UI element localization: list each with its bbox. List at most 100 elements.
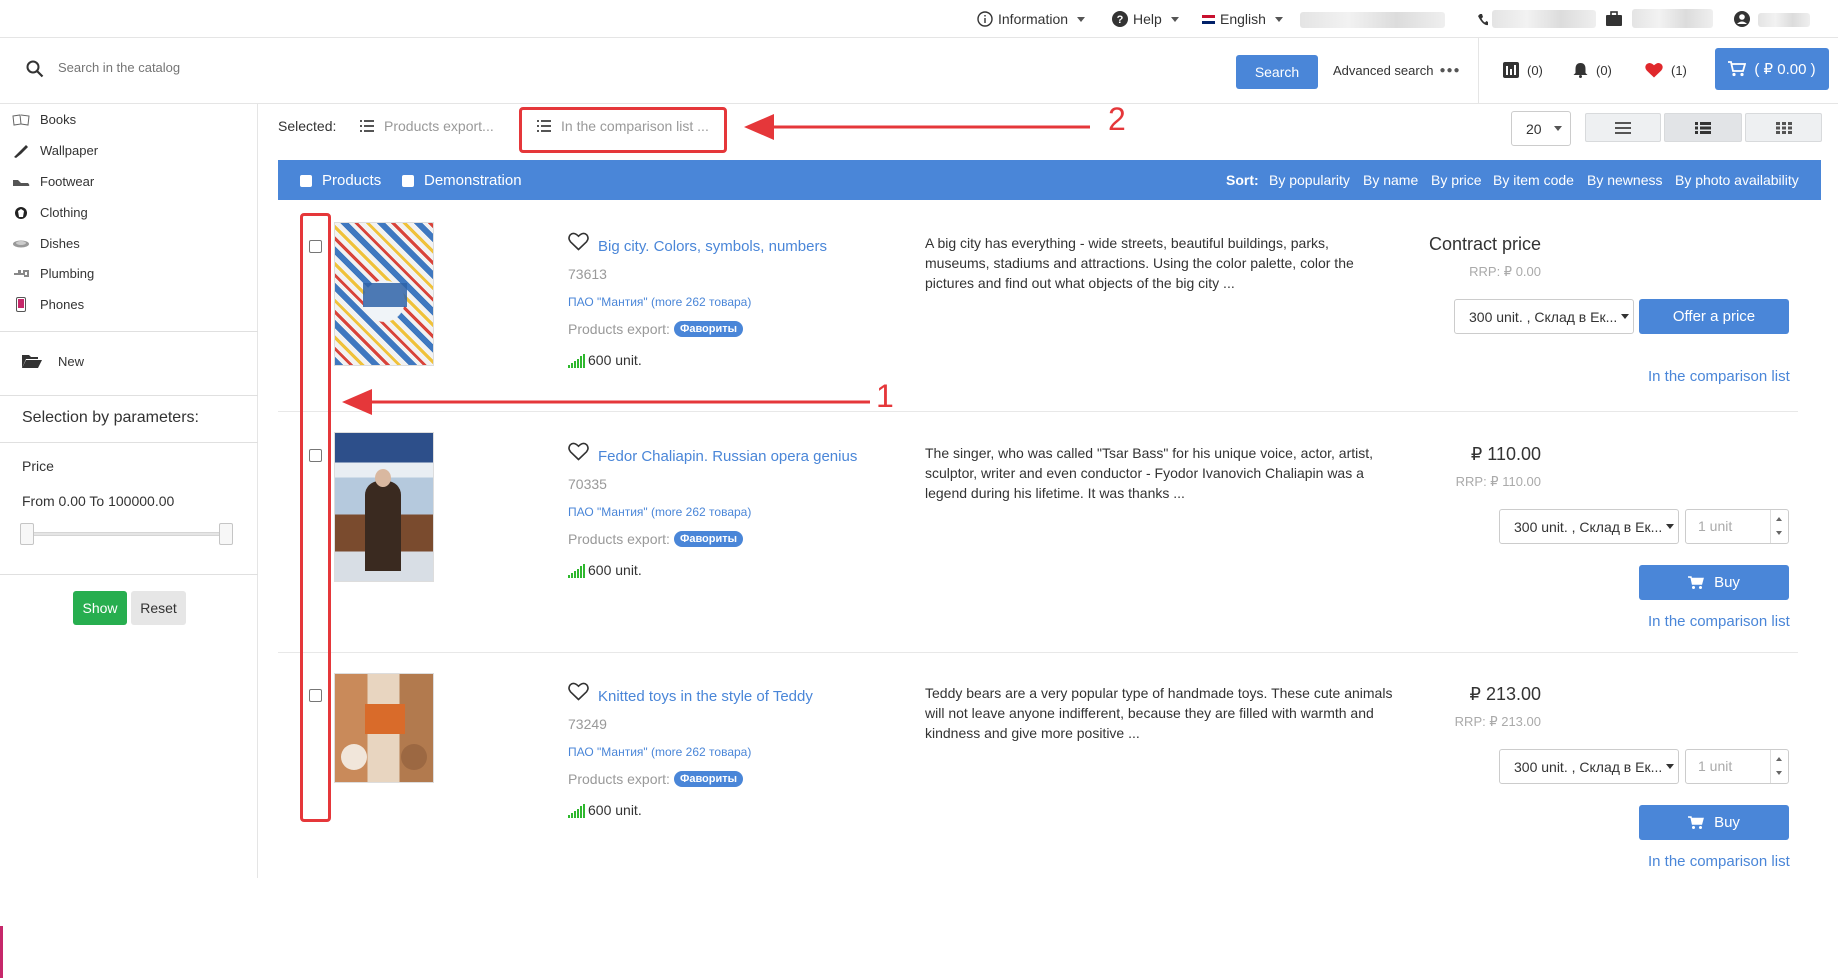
export-badge[interactable]: Фавориты xyxy=(673,531,744,547)
bell-icon xyxy=(1573,63,1588,78)
sidebar-item-label: New xyxy=(58,354,85,369)
products-toggle[interactable]: Products xyxy=(300,172,381,189)
quantity-spinner[interactable] xyxy=(1770,750,1788,783)
sidebar-item-new[interactable]: New xyxy=(22,354,84,369)
language-menu[interactable]: English xyxy=(1202,11,1283,27)
demonstration-toggle[interactable]: Demonstration xyxy=(402,172,522,189)
sidebar-item-dishes[interactable]: Dishes xyxy=(12,236,80,251)
price-slider-max-handle[interactable] xyxy=(219,523,233,545)
favorites-counter[interactable]: (1) xyxy=(1645,62,1687,78)
comparison-list-link[interactable]: In the comparison list xyxy=(1648,613,1790,630)
cover-face xyxy=(375,469,391,487)
products-checkbox[interactable] xyxy=(300,174,312,187)
view-list-detailed-button[interactable] xyxy=(1664,113,1742,142)
sidebar-item-wallpaper[interactable]: Wallpaper xyxy=(12,143,98,158)
products-export-filter[interactable]: Products export... xyxy=(360,118,494,134)
product-title-link[interactable]: Big city. Colors, symbols, numbers xyxy=(598,238,827,255)
warehouse-select[interactable]: 300 unit. , Склад в Ек... xyxy=(1499,749,1679,784)
favorite-heart-icon[interactable] xyxy=(568,232,589,251)
export-badge[interactable]: Фавориты xyxy=(673,771,744,787)
demonstration-checkbox[interactable] xyxy=(402,174,414,187)
product-code: 73249 xyxy=(568,716,607,732)
information-menu[interactable]: Information xyxy=(977,11,1086,27)
product-title-link[interactable]: Knitted toys in the style of Teddy xyxy=(598,688,813,705)
divider xyxy=(1478,38,1479,104)
sidebar-item-label: Phones xyxy=(40,297,85,312)
user-icon[interactable] xyxy=(1734,11,1750,27)
price-slider-min-handle[interactable] xyxy=(20,523,34,545)
advanced-search-link[interactable]: Advanced search ●●● xyxy=(1333,63,1461,78)
grid-icon xyxy=(1775,121,1792,134)
per-page-value: 20 xyxy=(1526,120,1542,137)
product-cover-image[interactable] xyxy=(334,673,434,783)
cover-title-block xyxy=(365,704,405,734)
annotation-box-comparison-filter xyxy=(519,107,727,153)
sidebar-item-footwear[interactable]: Footwear xyxy=(12,174,94,189)
cart-button[interactable]: ( ₽ 0.00 ) xyxy=(1715,48,1829,90)
vendor-link[interactable]: ПАО "Мантия" (more 262 товара) xyxy=(568,505,751,519)
export-label: Products export: xyxy=(568,531,670,547)
help-label: Help xyxy=(1133,11,1162,27)
increment-icon[interactable] xyxy=(1776,517,1782,521)
increment-icon[interactable] xyxy=(1776,757,1782,761)
sidebar-item-books[interactable]: Books xyxy=(12,112,76,127)
sort-by-newness[interactable]: By newness xyxy=(1587,172,1662,188)
favorite-heart-icon[interactable] xyxy=(568,682,589,701)
notifications-count: (0) xyxy=(1596,62,1612,78)
divider xyxy=(278,411,1798,412)
stock-indicator: 600 unit. xyxy=(568,802,642,818)
warehouse-select[interactable]: 300 unit. , Склад в Ек... xyxy=(1499,509,1679,544)
search-input[interactable] xyxy=(58,60,558,75)
offer-price-button[interactable]: Offer a price xyxy=(1639,299,1789,334)
comparison-list-link[interactable]: In the comparison list xyxy=(1648,853,1790,870)
product-cover-image[interactable] xyxy=(334,222,434,366)
search-button[interactable]: Search xyxy=(1236,55,1318,89)
buy-button[interactable]: Buy xyxy=(1639,565,1789,600)
cover-toy xyxy=(341,744,367,770)
show-button[interactable]: Show xyxy=(73,591,127,625)
product-title-link[interactable]: Fedor Chaliapin. Russian opera genius xyxy=(598,448,857,465)
sidebar-item-phones[interactable]: Phones xyxy=(12,297,84,312)
cart-icon xyxy=(1688,575,1704,589)
sidebar-item-plumbing[interactable]: Plumbing xyxy=(12,266,94,281)
compare-counter[interactable]: (0) xyxy=(1503,62,1543,78)
folder-open-icon xyxy=(22,355,42,368)
quantity-stepper[interactable]: 1 unit xyxy=(1685,749,1789,784)
warehouse-select[interactable]: 300 unit. , Склад в Ек... xyxy=(1454,299,1634,334)
quantity-stepper[interactable]: 1 unit xyxy=(1685,509,1789,544)
sort-by-name[interactable]: By name xyxy=(1363,172,1418,188)
cart-icon xyxy=(1688,815,1704,829)
decrement-icon[interactable] xyxy=(1776,771,1782,775)
product-cover-image[interactable] xyxy=(334,432,434,582)
warehouse-value: 300 unit. , Склад в Ек... xyxy=(1469,308,1618,325)
comparison-list-link[interactable]: In the comparison list xyxy=(1648,368,1790,385)
help-menu[interactable]: ? Help xyxy=(1112,11,1179,27)
briefcase-icon[interactable] xyxy=(1606,11,1622,27)
reset-button[interactable]: Reset xyxy=(131,591,186,625)
quantity-spinner[interactable] xyxy=(1770,510,1788,543)
product-description: A big city has everything - wide streets… xyxy=(925,235,1354,291)
warehouse-value: 300 unit. , Склад в Ек... xyxy=(1514,758,1663,775)
notifications-counter[interactable]: (0) xyxy=(1573,62,1612,78)
buy-button[interactable]: Buy xyxy=(1639,805,1789,840)
view-list-compact-button[interactable] xyxy=(1585,113,1661,142)
view-grid-button[interactable] xyxy=(1745,113,1822,142)
cover-title-block xyxy=(363,283,407,307)
phone-icon xyxy=(1478,14,1488,26)
sort-by-item-code[interactable]: By item code xyxy=(1493,172,1574,188)
divider xyxy=(0,574,258,575)
sidebar-item-label: Plumbing xyxy=(40,266,95,281)
sort-by-popularity[interactable]: By popularity xyxy=(1269,172,1350,188)
vendor-link[interactable]: ПАО "Мантия" (more 262 товара) xyxy=(568,745,751,759)
sort-by-photo-availability[interactable]: By photo availability xyxy=(1675,172,1799,188)
favorite-heart-icon[interactable] xyxy=(568,442,589,461)
sort-by-price[interactable]: By price xyxy=(1431,172,1482,188)
divider xyxy=(0,442,258,443)
sidebar-item-clothing[interactable]: Clothing xyxy=(12,205,88,220)
vendor-link[interactable]: ПАО "Мантия" (more 262 товара) xyxy=(568,295,751,309)
per-page-select[interactable]: 20 xyxy=(1511,111,1571,146)
export-badge[interactable]: Фавориты xyxy=(673,321,744,337)
decrement-icon[interactable] xyxy=(1776,531,1782,535)
annotation-arrowhead-2 xyxy=(744,114,774,140)
shirt-icon xyxy=(12,206,30,220)
